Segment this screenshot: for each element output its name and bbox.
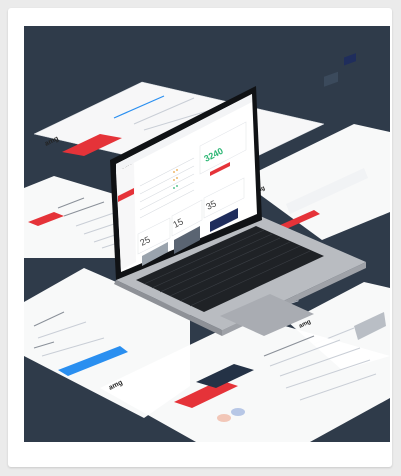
image-frame: amg amg amg 3240 25 15 35 [0, 0, 401, 476]
mockup-illustration: amg amg amg 3240 25 15 35 [24, 26, 390, 442]
mockup-scene: amg amg amg 3240 25 15 35 [24, 26, 390, 442]
